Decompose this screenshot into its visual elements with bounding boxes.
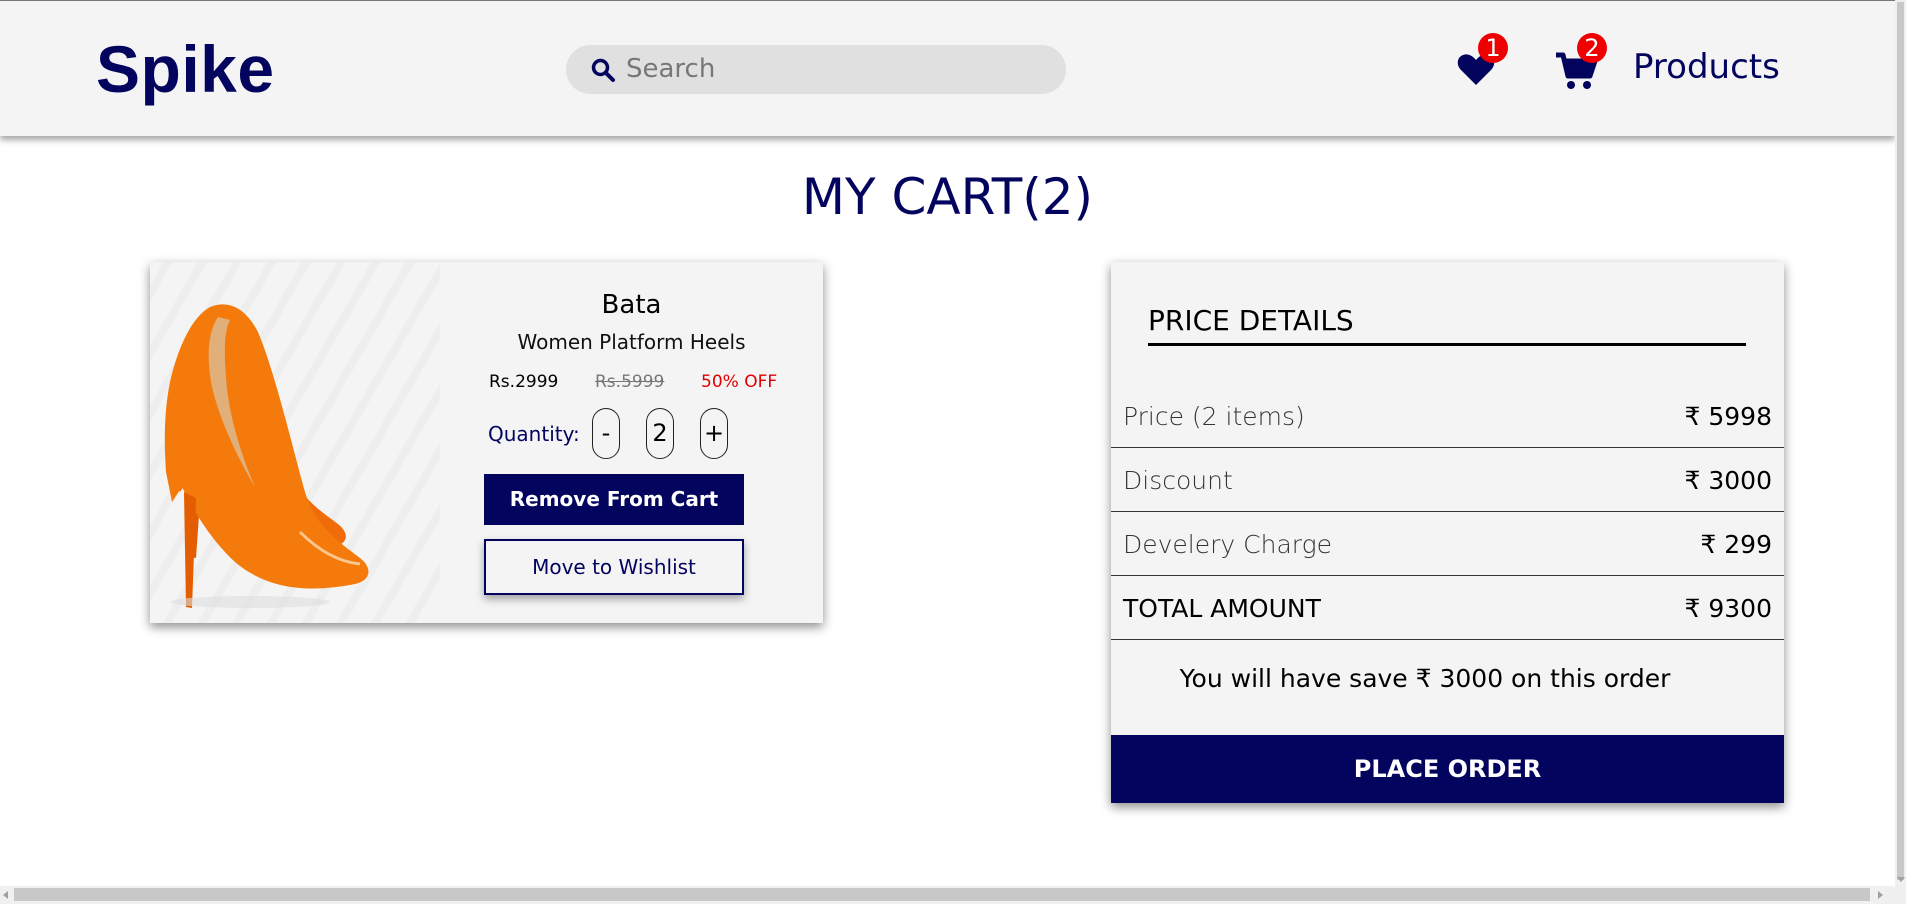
total-amount-row: TOTAL AMOUNT ₹ 9300 <box>1111 576 1784 640</box>
discount-row-label: Discount <box>1123 466 1233 495</box>
total-amount-label: TOTAL AMOUNT <box>1123 594 1321 623</box>
discount-row-value: ₹ 3000 <box>1684 466 1772 495</box>
price-row: Price (2 items) ₹ 5998 <box>1111 384 1784 448</box>
delivery-charge-row: Develery Charge ₹ 299 <box>1111 512 1784 576</box>
discount-row: Discount ₹ 3000 <box>1111 448 1784 512</box>
product-original-price: Rs.5999 <box>595 372 665 392</box>
shoe-image <box>164 304 369 608</box>
horizontal-scrollbar-thumb[interactable] <box>14 888 1870 901</box>
product-price: Rs.2999 <box>489 372 559 392</box>
price-row-label: Price (2 items) <box>1123 402 1305 431</box>
scroll-right-arrow-icon[interactable] <box>1878 891 1883 899</box>
price-details-card: PRICE DETAILS Price (2 items) ₹ 5998 Dis… <box>1111 262 1784 803</box>
delivery-charge-value: ₹ 299 <box>1700 530 1772 559</box>
total-amount-value: ₹ 9300 <box>1684 594 1772 623</box>
product-image[interactable] <box>150 262 440 623</box>
nav-products-link[interactable]: Products <box>1633 47 1780 87</box>
product-brand: Bata <box>601 290 662 320</box>
vertical-scrollbar-thumb[interactable] <box>1897 2 1904 880</box>
quantity-increment-button[interactable]: + <box>700 408 728 459</box>
quantity-decrement-button[interactable]: - <box>592 408 620 459</box>
savings-message: You will have save ₹ 3000 on this order <box>1179 664 1671 693</box>
page-title: MY CART(2) <box>801 168 1094 226</box>
quantity-label: Quantity: <box>488 422 580 446</box>
price-details-heading: PRICE DETAILS <box>1148 304 1746 346</box>
search-bar[interactable] <box>566 45 1066 94</box>
wishlist-count-badge: 1 <box>1478 33 1508 63</box>
cart-item-card: Bata Women Platform Heels Rs.2999 Rs.599… <box>150 262 823 623</box>
search-icon[interactable] <box>590 57 616 83</box>
product-name: Women Platform Heels <box>517 330 746 354</box>
search-input[interactable] <box>626 51 1046 87</box>
scroll-left-arrow-icon[interactable] <box>3 891 8 899</box>
quantity-value: 2 <box>646 408 674 459</box>
brand-logo[interactable]: Spike <box>96 31 275 107</box>
scroll-down-arrow-icon[interactable] <box>1897 877 1905 882</box>
place-order-button[interactable]: PLACE ORDER <box>1111 735 1784 803</box>
product-discount: 50% OFF <box>701 372 778 392</box>
cart-count-badge: 2 <box>1577 33 1607 63</box>
navbar: Spike 1 2 Products <box>0 0 1895 136</box>
price-row-value: ₹ 5998 <box>1684 402 1772 431</box>
remove-from-cart-button[interactable]: Remove From Cart <box>484 474 744 525</box>
move-to-wishlist-button[interactable]: Move to Wishlist <box>484 539 744 595</box>
delivery-charge-label: Develery Charge <box>1123 530 1332 559</box>
